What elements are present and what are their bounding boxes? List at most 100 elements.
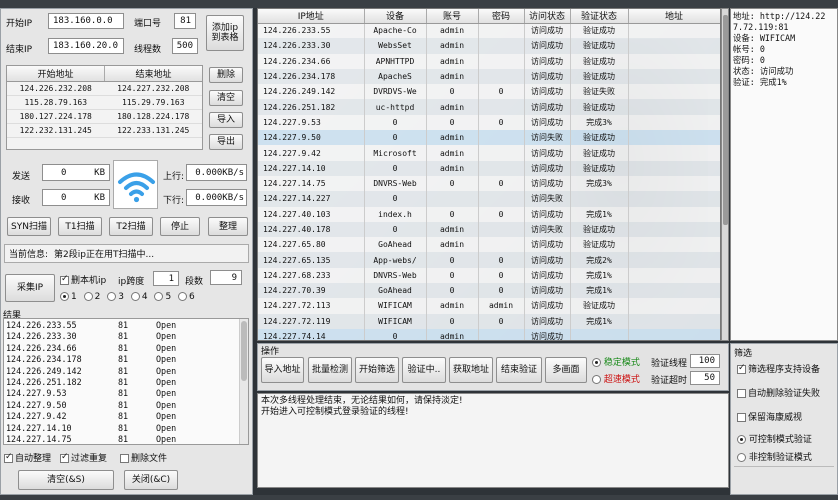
grid-row[interactable]: 124.227.68.233 DNVRS-Web 0 0 访问成功 完成1% — [258, 267, 720, 284]
sort-button[interactable]: 整理 — [208, 217, 248, 236]
grid-row[interactable]: 124.227.65.80 GoAhead admin 访问成功 验证成功 — [258, 237, 720, 253]
fast-mode-radio[interactable] — [592, 375, 601, 384]
collect-ip-button[interactable]: 采集IP — [5, 274, 55, 302]
filter-opt3-checkbox[interactable] — [737, 413, 746, 422]
grid-col-header[interactable]: IP地址 — [258, 9, 365, 24]
range-col-start[interactable]: 开始地址 — [7, 66, 105, 82]
grid-scrollbar[interactable] — [721, 8, 729, 341]
grid-row[interactable]: 124.227.40.178 0 admin 访问失败 验证成功 — [258, 221, 720, 238]
grid-row[interactable]: 124.227.9.42 Microsoft admin 访问成功 验证成功 — [258, 145, 720, 161]
verifying-button[interactable]: 验证中.. — [402, 357, 446, 383]
radio-5[interactable] — [154, 292, 164, 301]
radio-2[interactable] — [83, 292, 93, 301]
delete-local-ip-checkbox[interactable] — [60, 274, 69, 285]
filter-opt3[interactable]: 保留海康威视 — [737, 410, 802, 423]
grid-col-header[interactable]: 验证状态 — [570, 9, 629, 24]
grid-col-header[interactable]: 访问状态 — [524, 9, 571, 24]
batch-detect-button[interactable]: 批量检测 — [308, 357, 352, 383]
filter-opt4-radio[interactable] — [737, 435, 746, 444]
close-button[interactable]: 关闭(&C) — [124, 470, 178, 490]
grid-row[interactable]: 124.226.249.142 DVRDVS-We 0 0 访问成功 验证失败 — [258, 84, 720, 100]
delete-button[interactable]: 删除 — [209, 67, 243, 83]
grid-col-header[interactable]: 设备 — [364, 9, 427, 24]
get-address-button[interactable]: 获取地址 — [449, 357, 493, 383]
filter-opt5-radio[interactable] — [737, 453, 746, 462]
grid-row[interactable]: 124.227.14.10 0 admin 访问成功 验证成功 — [258, 160, 720, 176]
radio-3[interactable] — [107, 292, 117, 301]
port-input[interactable]: 81 — [174, 13, 196, 29]
syn-scan-button[interactable]: SYN扫描 — [7, 217, 51, 236]
import-button[interactable]: 导入 — [209, 112, 243, 128]
filter-opt1-checkbox[interactable] — [737, 363, 746, 374]
grid-row[interactable]: 124.227.72.113 WIFICAM admin admin 访问成功 验证成功 — [258, 298, 720, 314]
grid-row[interactable]: 124.227.9.53 0 0 0 访问成功 完成3% — [258, 114, 720, 131]
grid-scroll-thumb[interactable] — [723, 15, 728, 225]
stop-button[interactable]: 停止 — [160, 217, 200, 236]
range-col-end[interactable]: 结束地址 — [104, 66, 202, 82]
grid-row[interactable]: 124.226.234.66 APNHTTPD admin 访问成功 验证成功 — [258, 53, 720, 69]
t1-scan-button[interactable]: T1扫描 — [58, 217, 102, 236]
result-row[interactable]: 124.227.14.75 81 Open — [4, 434, 248, 444]
grid-row[interactable]: 124.227.72.119 WIFICAM 0 0 访问成功 完成1% — [258, 313, 720, 329]
grid-row[interactable]: 124.227.40.103 index.h 0 0 访问成功 完成1% — [258, 206, 720, 222]
grid-row[interactable]: 124.226.233.30 WebsSet admin 访问成功 验证成功 — [258, 38, 720, 54]
grid-col-header[interactable]: 账号 — [426, 9, 479, 24]
stable-mode-radio[interactable] — [592, 358, 601, 367]
auto-sort-checkbox[interactable] — [4, 452, 13, 463]
ip-span-input[interactable]: 1 — [153, 271, 179, 286]
start-ip-input[interactable]: 183.160.0.0 — [48, 13, 124, 29]
stable-mode-option[interactable]: 稳定模式 — [592, 355, 640, 368]
result-row[interactable]: 124.227.9.50 81 Open — [4, 400, 248, 411]
t2-scan-button[interactable]: T2扫描 — [109, 217, 153, 236]
filter-dup-option[interactable]: 过滤重复 — [60, 451, 107, 464]
grid-col-header[interactable]: 地址 — [628, 9, 720, 24]
threads-input[interactable]: 500 — [172, 38, 198, 54]
add-ip-button[interactable]: 添加ip到表格 — [206, 15, 244, 51]
grid-row[interactable]: 124.227.65.135 App-webs/0 0 访问成功 完成2% — [258, 252, 720, 268]
result-row[interactable]: 124.226.251.182 81 Open — [4, 377, 248, 388]
grid-row[interactable]: 124.226.251.182 uc-httpd admin 访问成功 验证成功 — [258, 99, 720, 115]
result-row[interactable]: 124.226.234.66 81 Open — [4, 343, 248, 354]
auto-sort-option[interactable]: 自动整理 — [4, 451, 51, 464]
result-row[interactable]: 124.226.233.30 81 Open — [4, 331, 248, 342]
main-grid[interactable]: IP地址 设备 账号 密码 访问状态 验证状态 地址 124.226.233.55 Apach… — [257, 8, 721, 341]
end-verify-button[interactable]: 结束验证 — [496, 357, 542, 383]
results-list[interactable]: 124.226.233.55 81 Open 124.226.233.30 81 Open… — [3, 318, 249, 445]
filter-opt4[interactable]: 可控制模式验证 — [737, 432, 812, 445]
results-scrollbar[interactable] — [239, 319, 248, 444]
result-row[interactable]: 124.226.233.55 81 Open — [4, 320, 248, 331]
filter-dup-checkbox[interactable] — [60, 452, 69, 463]
grid-col-header[interactable]: 密码 — [478, 9, 525, 24]
range-row[interactable]: 180.127.224.178 180.128.224.178 — [7, 109, 202, 124]
result-row[interactable]: 124.227.14.10 81 Open — [4, 423, 248, 434]
range-row[interactable]: 115.28.79.163 115.29.79.163 — [7, 95, 202, 110]
end-ip-input[interactable]: 183.160.20.0 — [48, 38, 124, 54]
range-row[interactable]: 122.232.131.245 122.233.131.245 — [7, 123, 202, 138]
grid-row[interactable]: 124.226.233.55 Apache-Co admin 访问成功 验证成功 — [258, 23, 720, 39]
result-row[interactable]: 124.227.9.53 81 Open — [4, 388, 248, 399]
delete-file-checkbox[interactable] — [120, 454, 129, 463]
multi-screen-button[interactable]: 多画面 — [545, 357, 587, 383]
radio-4[interactable] — [130, 292, 140, 301]
grid-row[interactable]: 124.226.234.178 ApacheS admin 访问成功 验证成功 — [258, 68, 720, 85]
results-scroll-thumb[interactable] — [241, 321, 247, 381]
grid-row[interactable]: 124.227.9.50 0 admin 访问失败 验证成功 — [258, 130, 720, 146]
range-row[interactable]: 124.226.232.208 124.227.232.208 — [7, 81, 202, 96]
verify-threads-input[interactable]: 100 — [690, 354, 720, 368]
clear-s-button[interactable]: 清空(&S) — [18, 470, 114, 490]
grid-row[interactable]: 124.227.14.227 0 访问失败 — [258, 191, 720, 207]
grid-row[interactable]: 124.227.14.75 DNVRS-Web 0 0 访问成功 完成3% — [258, 175, 720, 192]
filter-opt2-checkbox[interactable] — [737, 389, 746, 398]
result-row[interactable]: 124.226.249.142 81 Open — [4, 366, 248, 377]
delete-file-option[interactable]: 删除文件 — [120, 451, 167, 464]
export-button[interactable]: 导出 — [209, 134, 243, 150]
verify-timeout-input[interactable]: 50 — [690, 371, 720, 385]
delete-local-ip-option[interactable]: 删本机ip — [60, 273, 106, 286]
clear-button[interactable]: 清空 — [209, 90, 243, 106]
filter-opt5[interactable]: 非控制验证模式 — [737, 450, 812, 463]
result-row[interactable]: 124.226.234.178 81 Open — [4, 354, 248, 365]
log-box[interactable]: 本次多线程处理结束，无论结果如何，请保持淡定! 开始进入可控制模式登录验证的线程! — [257, 393, 729, 488]
grid-row[interactable]: 124.227.70.39 GoAhead 0 0 访问成功 完成1% — [258, 283, 720, 299]
filter-opt2[interactable]: 自动删除验证失败 — [737, 386, 820, 399]
fast-mode-option[interactable]: 超速模式 — [592, 372, 640, 385]
